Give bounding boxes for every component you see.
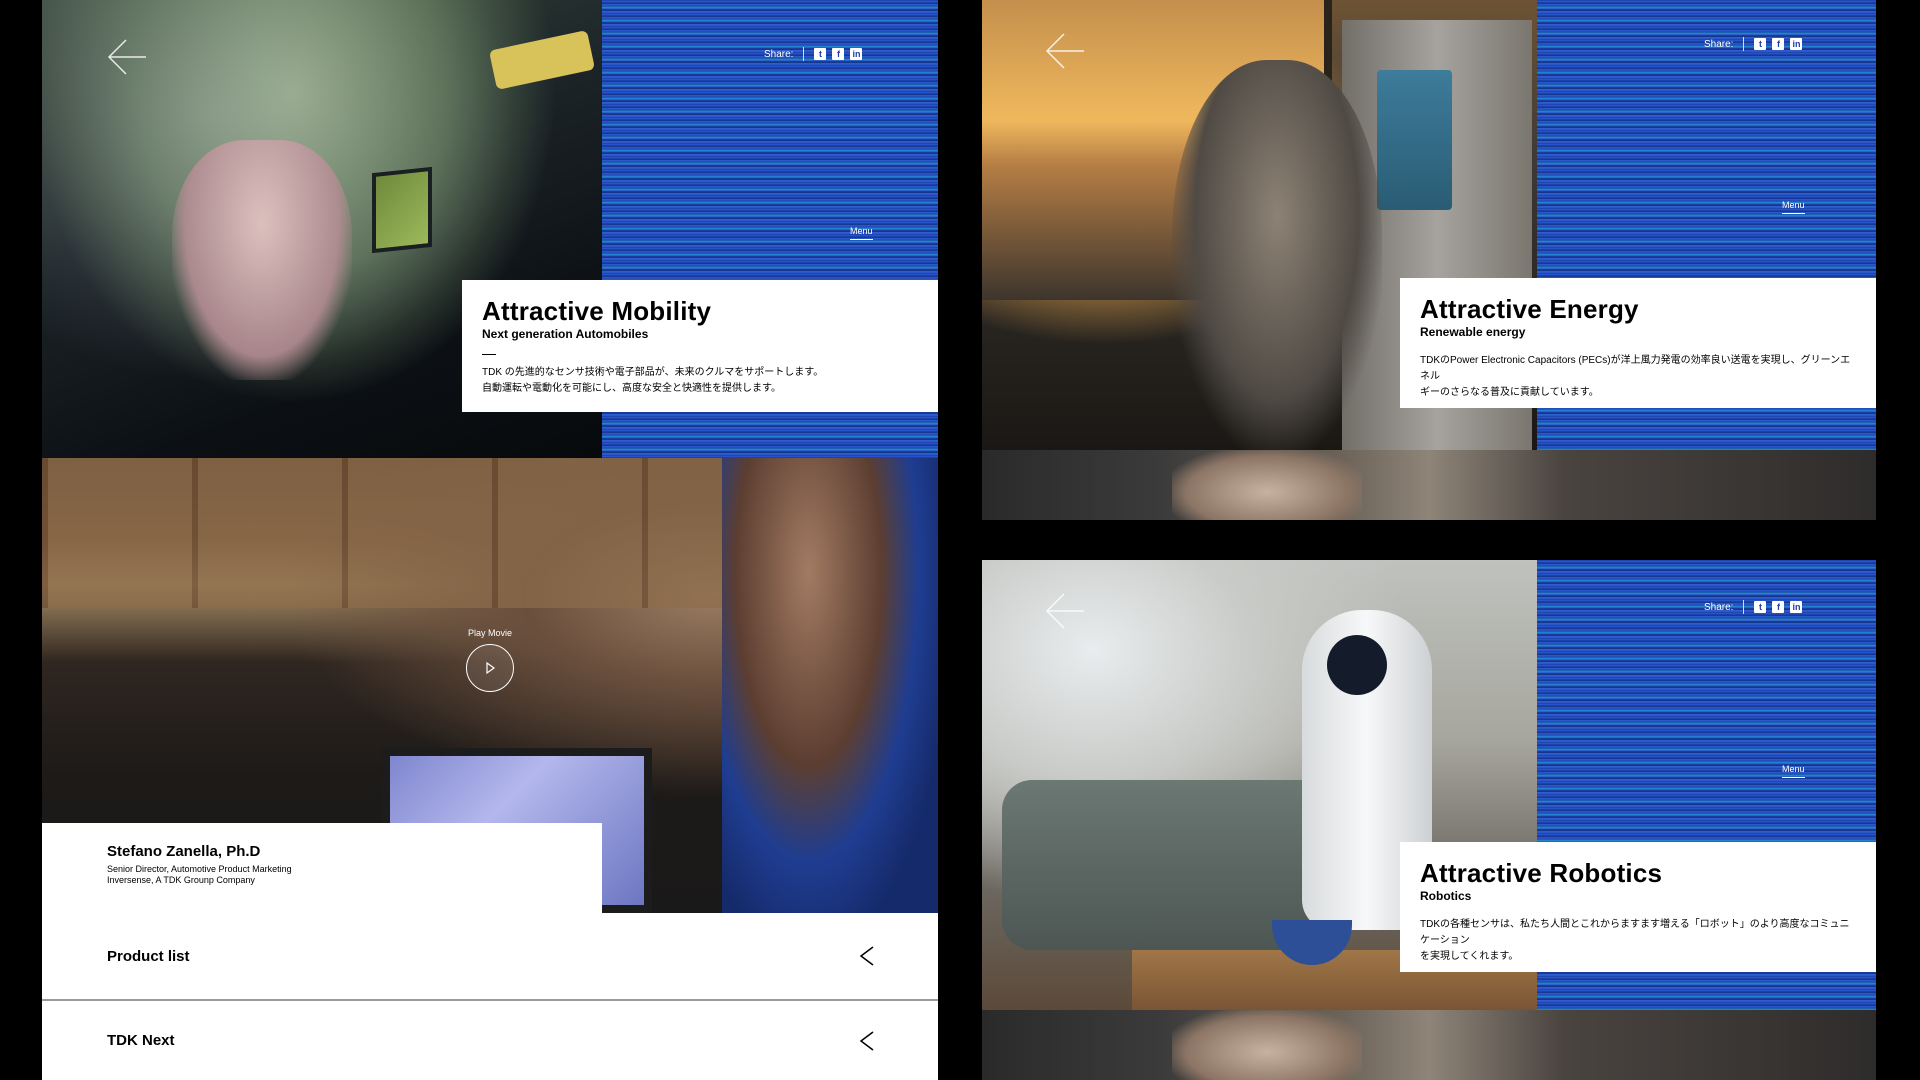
speaker-name: Stefano Zanella, Ph.D: [107, 843, 261, 860]
card-subtitle: Robotics: [1420, 889, 1472, 903]
menu-link[interactable]: Menu: [1782, 764, 1805, 778]
card-subtitle: Next generation Automobiles: [482, 327, 649, 341]
card-body-line1: TDKのPower Electronic Capacitors (PECs)が洋…: [1420, 355, 1851, 382]
play-movie-control[interactable]: Play Movie: [466, 628, 514, 692]
card-body-line2: を実現してくれます。: [1420, 951, 1519, 962]
speaker-role-line1: Senior Director, Automotive Product Mark…: [107, 864, 292, 874]
card-body-line2: 自動運転や電動化を可能にし、高度な安全と快適性を提供します。: [482, 383, 781, 394]
speaker-role-line2: Inversense, A TDK Grounp Company: [107, 875, 255, 885]
preview-face: [1172, 1010, 1362, 1080]
robotics-info-card: Attractive Robotics Robotics TDKの各種センサは、…: [1400, 842, 1876, 972]
chevron-left-icon: [858, 1030, 876, 1052]
twitter-icon[interactable]: t: [814, 48, 827, 60]
share-divider: [1743, 600, 1745, 614]
mobility-hero: Share: t f in Menu Attractive Mobility N…: [42, 0, 938, 458]
play-movie-label: Play Movie: [467, 628, 512, 638]
share-label: Share:: [1704, 38, 1734, 50]
tdk-next-link[interactable]: TDK Next: [42, 1001, 938, 1080]
product-list-link[interactable]: Product list: [42, 913, 938, 1001]
energy-info-card: Attractive Energy Renewable energy TDKのP…: [1400, 278, 1876, 408]
card-body-line1: TDK の先進的なセンサ技術や電子部品が、未来のクルマをサポートします。: [482, 367, 824, 378]
share-divider: [803, 47, 805, 61]
passenger-figure: [172, 140, 352, 380]
car-screen: [372, 166, 432, 254]
preview-face: [1172, 450, 1362, 520]
link-list: Product list TDK Next: [42, 913, 938, 1080]
card-spacer: [1420, 912, 1434, 913]
linkedin-icon[interactable]: in: [1790, 601, 1803, 613]
energy-hero: Share: t f in Menu Attractive Energy Ren…: [982, 0, 1876, 520]
card-title: Attractive Mobility: [482, 296, 712, 326]
card-body-line1: TDKの各種センサは、私たち人間とこれからますます増える「ロボット」のより高度な…: [1420, 919, 1850, 946]
card-title: Attractive Robotics: [1420, 858, 1663, 888]
share-label: Share:: [764, 48, 794, 60]
next-section-preview[interactable]: [982, 1010, 1876, 1080]
robotics-hero: Share: t f in Menu Attractive Robotics R…: [982, 560, 1876, 1080]
chevron-left-icon: [858, 945, 876, 967]
fridge-screen: [1377, 70, 1452, 210]
list-item-label: Product list: [107, 947, 190, 965]
mobility-info-card: Attractive Mobility Next generation Auto…: [462, 280, 938, 412]
card-spacer: [1420, 348, 1434, 349]
share-bar: Share: t f in: [1704, 600, 1803, 614]
card-body-line2: ギーのさらなる普及に貢献しています。: [1420, 387, 1599, 398]
lab-cabinets: [42, 458, 762, 608]
share-label: Share:: [1704, 601, 1734, 613]
menu-link[interactable]: Menu: [1782, 200, 1805, 214]
card-title: Attractive Energy: [1420, 294, 1639, 324]
facebook-icon[interactable]: f: [1772, 601, 1785, 613]
back-arrow-icon[interactable]: [1044, 30, 1086, 72]
play-button[interactable]: [466, 644, 514, 692]
next-section-preview[interactable]: [982, 450, 1876, 520]
list-item-label: TDK Next: [107, 1032, 175, 1049]
taxi-sign: [488, 30, 596, 90]
twitter-icon[interactable]: t: [1754, 38, 1767, 50]
video-panel: Play Movie Stefano Zanella, Ph.D Senior …: [42, 458, 938, 913]
card-subtitle: Renewable energy: [1420, 325, 1526, 339]
share-bar: Share: t f in: [1704, 37, 1803, 51]
back-arrow-icon[interactable]: [106, 36, 148, 78]
play-icon: [486, 661, 496, 675]
facebook-icon[interactable]: f: [1772, 38, 1785, 50]
speaker-card: Stefano Zanella, Ph.D Senior Director, A…: [42, 823, 602, 913]
linkedin-icon[interactable]: in: [850, 48, 863, 60]
share-divider: [1743, 37, 1745, 51]
mother-child-figure: [1172, 60, 1382, 450]
back-arrow-icon[interactable]: [1044, 590, 1086, 632]
card-divider: [482, 354, 496, 355]
twitter-icon[interactable]: t: [1754, 601, 1767, 613]
linkedin-icon[interactable]: in: [1790, 38, 1803, 50]
share-bar: Share: t f in: [764, 47, 863, 61]
speaker-figure: [722, 458, 938, 913]
facebook-icon[interactable]: f: [832, 48, 845, 60]
robot-face: [1327, 635, 1387, 695]
menu-link[interactable]: Menu: [850, 226, 873, 240]
